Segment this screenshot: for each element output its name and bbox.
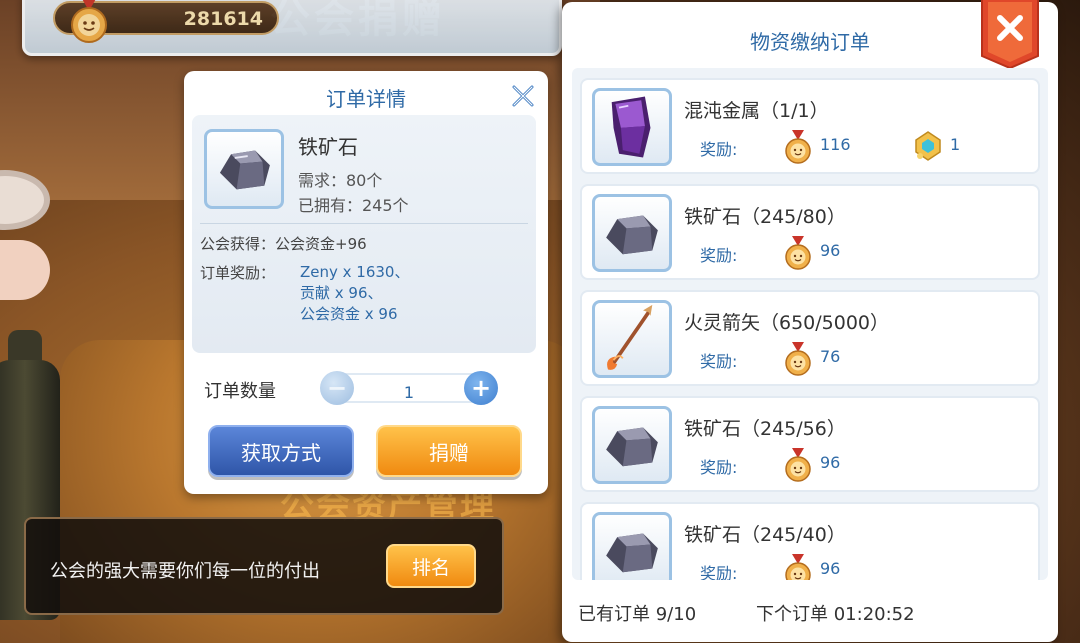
background-hand bbox=[0, 240, 50, 300]
iron-ore-icon bbox=[606, 533, 658, 573]
item-name: 铁矿石 bbox=[298, 135, 358, 159]
guild-message-text: 公会的强大需要你们每一位的付出 bbox=[50, 561, 320, 582]
order-name: 铁矿石（245/56） bbox=[684, 418, 846, 440]
orders-list: 混沌金属（1/1） 奖励: 116 1 铁矿石（245/80） 奖励: 96 火… bbox=[572, 68, 1048, 580]
item-have: 已拥有：245个 bbox=[298, 196, 409, 215]
quantity-track: 1 bbox=[334, 373, 484, 403]
fire-arrow-icon bbox=[607, 304, 653, 370]
item-icon-frame bbox=[204, 129, 284, 209]
order-icon-frame bbox=[592, 512, 672, 580]
order-item[interactable]: 铁矿石（245/56） 奖励: 96 bbox=[580, 396, 1040, 492]
close-icon[interactable] bbox=[980, 0, 1040, 70]
order-detail-panel: 订单详情 铁矿石 需求：80个 已拥有：245个 公会获得：公会资金+96 订单… bbox=[184, 71, 548, 494]
order-reward-value: 96 bbox=[820, 241, 841, 260]
order-item[interactable]: 火灵箭矢（650/5000） 奖励: 76 bbox=[580, 290, 1040, 386]
order-reward-list: Zeny x 1630、 贡献 x 96、 公会资金 x 96 bbox=[300, 262, 409, 325]
order-icon-frame bbox=[592, 406, 672, 484]
order-reward-label: 奖励: bbox=[700, 458, 738, 477]
next-order-timer: 下个订单 01:20:52 bbox=[756, 604, 915, 625]
order-icon-frame bbox=[592, 88, 672, 166]
minus-icon: − bbox=[326, 374, 348, 402]
quantity-stepper: 1 − + bbox=[320, 369, 498, 407]
reward-item: Zeny x 1630、 bbox=[300, 263, 410, 281]
guild-message-bar: 公会的强大需要你们每一位的付出 排名 bbox=[24, 517, 504, 615]
order-reward-value: 116 bbox=[820, 135, 851, 154]
plus-icon: + bbox=[470, 374, 492, 402]
order-icon-frame bbox=[592, 300, 672, 378]
guild-funds-value: 281614 bbox=[183, 8, 263, 30]
divider bbox=[200, 223, 528, 224]
guild-medal-icon bbox=[785, 342, 811, 376]
quantity-value: 1 bbox=[403, 383, 415, 402]
order-reward-label: 奖励: bbox=[700, 352, 738, 371]
order-name: 铁矿石（245/40） bbox=[684, 524, 846, 546]
order-quantity-label: 订单数量 bbox=[204, 381, 276, 402]
guild-medal-icon bbox=[71, 0, 107, 43]
order-item[interactable]: 铁矿石（245/40） 奖励: 96 bbox=[580, 502, 1040, 580]
order-name: 铁矿石（245/80） bbox=[684, 206, 846, 228]
chaos-metal-icon bbox=[611, 96, 651, 158]
order-detail-title: 订单详情 bbox=[326, 87, 406, 111]
order-reward-label: 奖励: bbox=[700, 140, 738, 159]
iron-ore-icon bbox=[606, 427, 658, 467]
contribution-gem-icon bbox=[915, 131, 941, 161]
order-reward-label: 订单奖励： bbox=[200, 264, 276, 282]
guild-medal-icon bbox=[785, 554, 811, 580]
close-icon[interactable] bbox=[510, 83, 536, 109]
reward-item: 贡献 x 96、 bbox=[300, 284, 383, 302]
order-reward-label: 奖励: bbox=[700, 246, 738, 265]
current-orders-count: 已有订单 9/10 bbox=[578, 604, 697, 625]
order-icon-frame bbox=[592, 194, 672, 272]
order-reward-value: 96 bbox=[820, 453, 841, 472]
top-currency-bar: 281614 bbox=[22, 0, 562, 56]
order-item[interactable]: 混沌金属（1/1） 奖励: 116 1 bbox=[580, 78, 1040, 174]
reward-item: 公会资金 x 96 bbox=[300, 305, 398, 323]
obtain-method-button[interactable]: 获取方式 bbox=[208, 425, 354, 477]
order-reward-value: 96 bbox=[820, 559, 841, 578]
iron-ore-icon bbox=[606, 215, 658, 255]
order-detail-box: 铁矿石 需求：80个 已拥有：245个 公会获得：公会资金+96 订单奖励： Z… bbox=[192, 115, 536, 353]
iron-ore-icon bbox=[219, 150, 270, 190]
order-item[interactable]: 铁矿石（245/80） 奖励: 96 bbox=[580, 184, 1040, 280]
orders-panel: 物资缴纳订单 混沌金属（1/1） 奖励: 116 1 铁矿石（245/80） 奖… bbox=[562, 0, 1058, 642]
ranking-button[interactable]: 排名 bbox=[386, 544, 476, 588]
order-reward-value: 76 bbox=[820, 347, 841, 366]
increase-quantity-button[interactable]: + bbox=[464, 371, 498, 405]
guild-medal-icon bbox=[785, 130, 811, 164]
decrease-quantity-button[interactable]: − bbox=[320, 371, 354, 405]
item-need: 需求：80个 bbox=[298, 171, 383, 190]
order-name: 混沌金属（1/1） bbox=[684, 100, 829, 122]
order-name: 火灵箭矢（650/5000） bbox=[684, 312, 890, 334]
guild-gain-text: 公会获得：公会资金+96 bbox=[200, 235, 367, 253]
guild-medal-icon bbox=[785, 448, 811, 482]
order-extra-reward-value: 1 bbox=[950, 135, 961, 154]
guild-medal-icon bbox=[785, 236, 811, 270]
order-reward-label: 奖励: bbox=[700, 564, 738, 580]
donate-button[interactable]: 捐赠 bbox=[376, 425, 522, 477]
